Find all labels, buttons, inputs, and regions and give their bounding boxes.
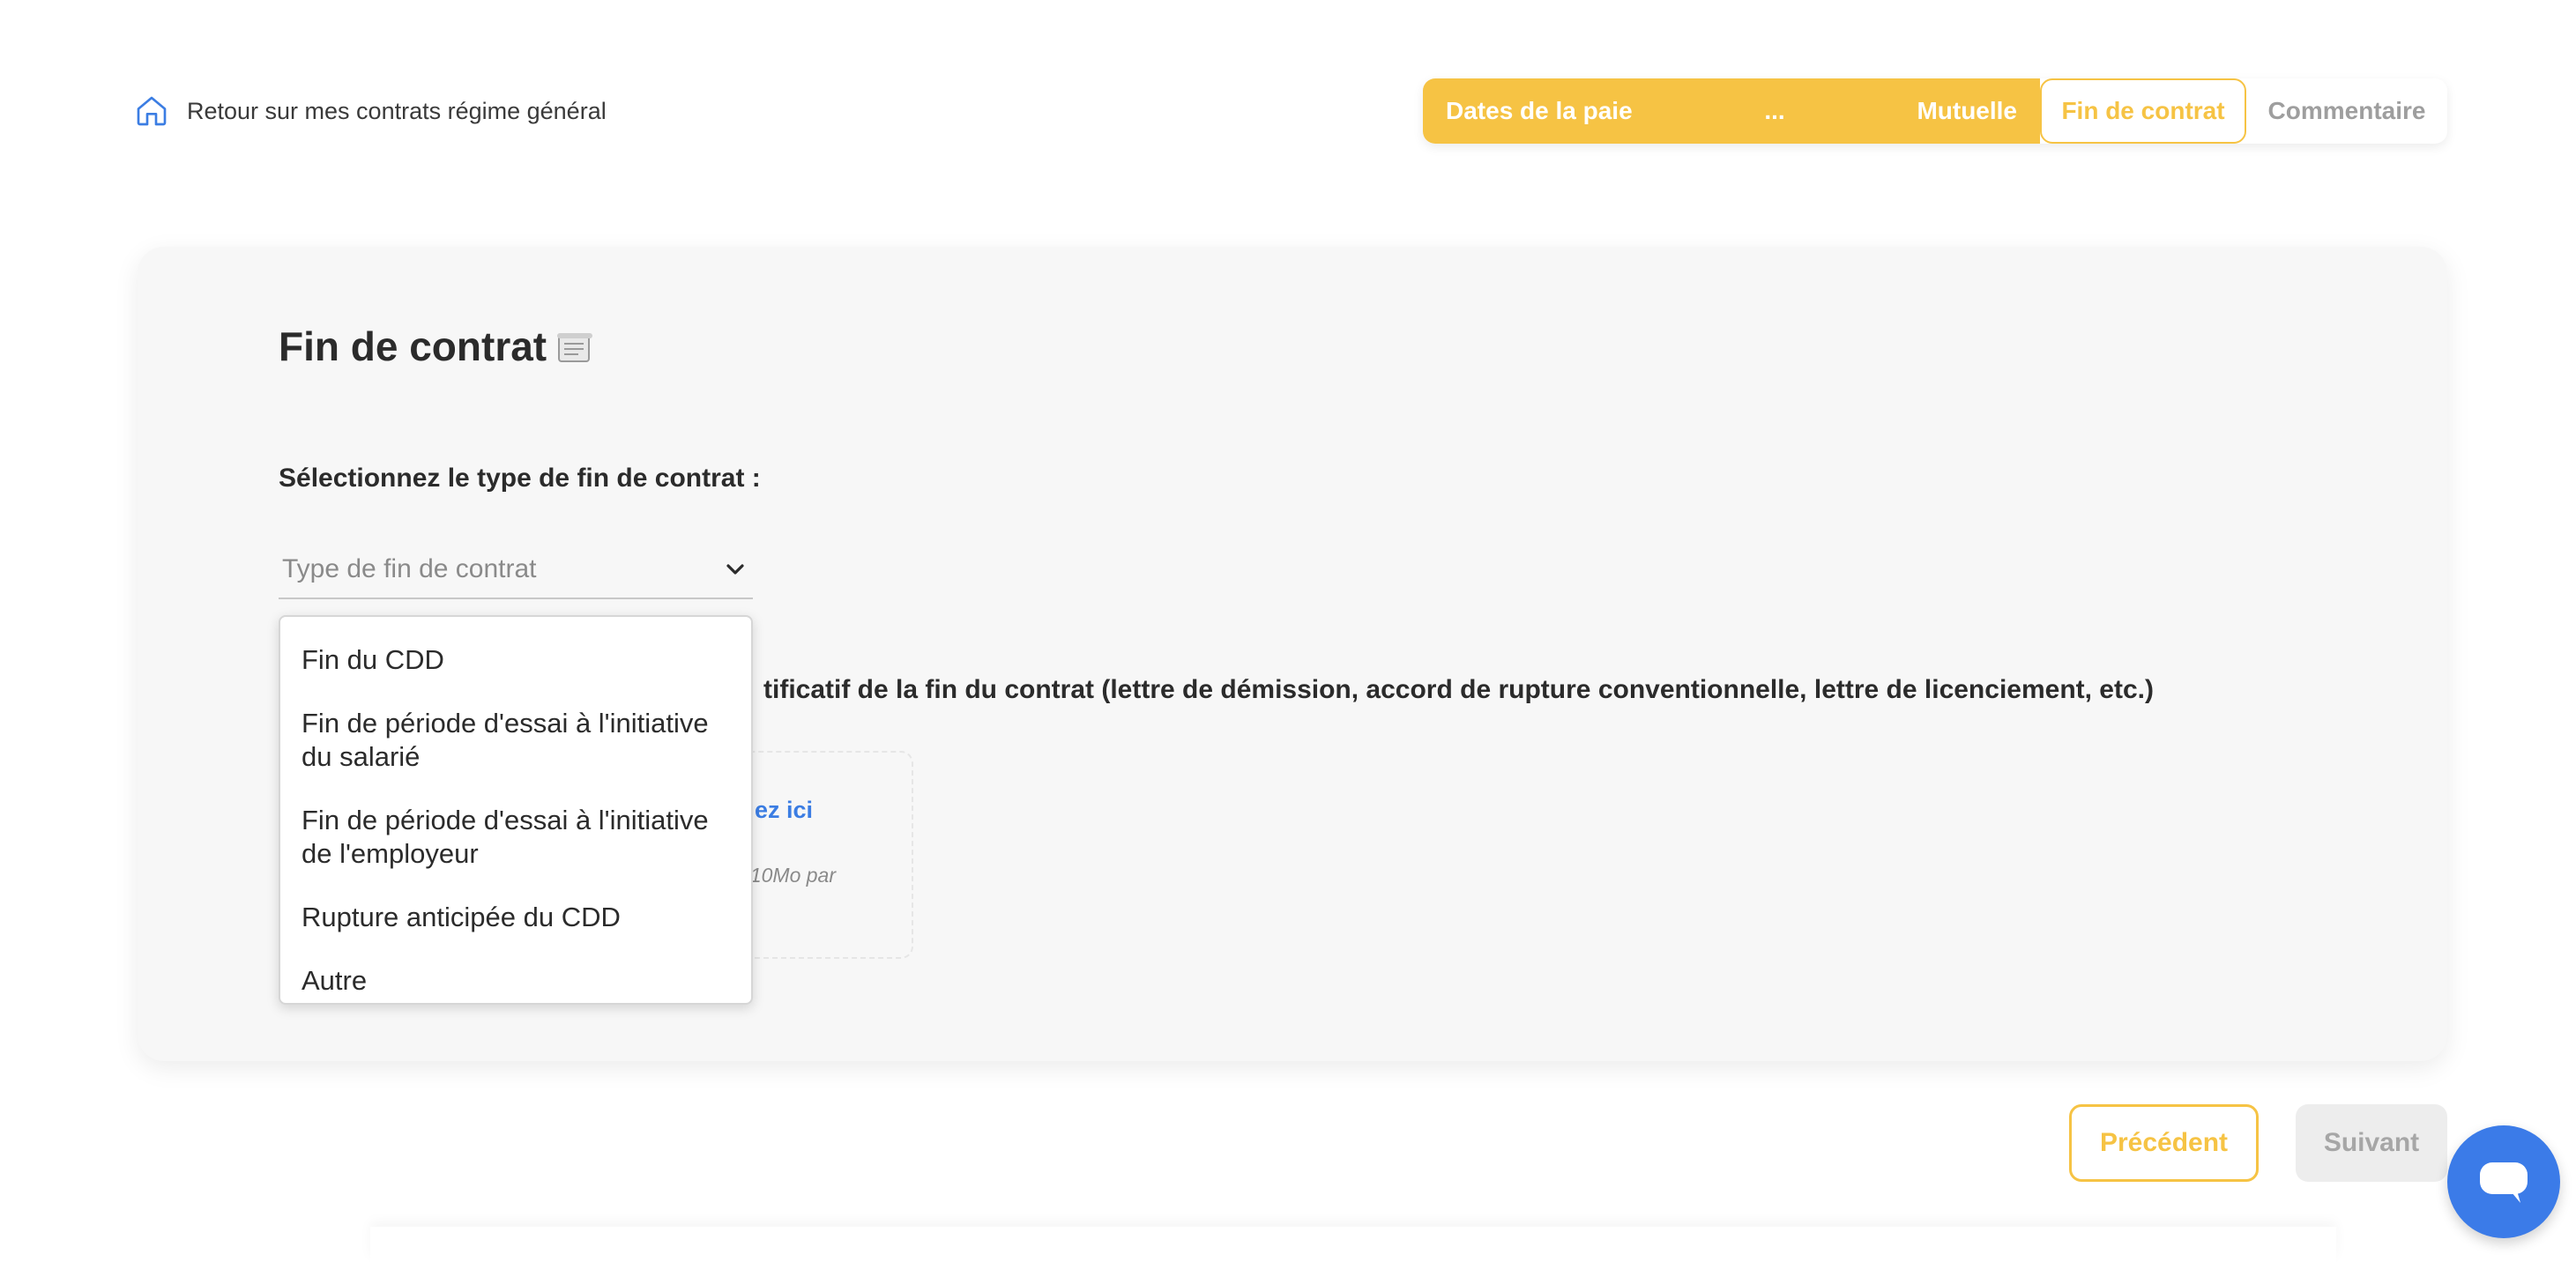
- select-placeholder: Type de fin de contrat: [282, 554, 537, 583]
- dropzone-size-hint: 10Mo par: [749, 864, 836, 887]
- next-button[interactable]: Suivant: [2296, 1104, 2447, 1182]
- option-autre[interactable]: Autre: [280, 957, 751, 1005]
- previous-button[interactable]: Précédent: [2069, 1104, 2259, 1182]
- back-link[interactable]: Retour sur mes contrats régime général: [134, 92, 607, 130]
- completed-steps: Dates de la paie ... Mutuelle: [1423, 78, 2040, 144]
- option-rupture-anticipee-cdd[interactable]: Rupture anticipée du CDD: [280, 894, 751, 941]
- progress-stepper: Dates de la paie ... Mutuelle Fin de con…: [1423, 78, 2447, 144]
- scroll-icon: [555, 329, 594, 364]
- dropzone-upload-link[interactable]: ez ici: [755, 797, 813, 824]
- step-mutuelle[interactable]: Mutuelle: [1917, 97, 2017, 125]
- justification-label-text: tificatif de la fin du contrat (lettre d…: [763, 675, 2154, 704]
- option-fin-periode-essai-employeur[interactable]: Fin de période d'essai à l'initiative de…: [280, 797, 751, 878]
- chevron-down-icon: [726, 564, 744, 575]
- step-commentaire[interactable]: Commentaire: [2246, 78, 2447, 144]
- chat-button[interactable]: [2447, 1125, 2560, 1238]
- step-dates-de-la-paie[interactable]: Dates de la paie: [1446, 97, 1633, 125]
- chat-bubble-icon: [2480, 1162, 2528, 1203]
- back-link-label: Retour sur mes contrats régime général: [187, 97, 607, 124]
- home-icon: [137, 96, 167, 126]
- page-title-text: Fin de contrat: [279, 323, 547, 369]
- select-label: Sélectionnez le type de fin de contrat :: [279, 464, 761, 493]
- page-title: Fin de contrat: [279, 323, 594, 370]
- option-fin-du-cdd[interactable]: Fin du CDD: [280, 636, 751, 684]
- contract-end-type-dropdown: Fin du CDD Fin de période d'essai à l'in…: [279, 615, 753, 1005]
- step-ellipsis[interactable]: ...: [1764, 97, 1784, 125]
- step-fin-de-contrat[interactable]: Fin de contrat: [2040, 78, 2246, 144]
- contract-end-type-select[interactable]: Type de fin de contrat: [279, 541, 753, 599]
- bottom-panel-edge: [370, 1227, 2336, 1262]
- option-fin-periode-essai-salarie[interactable]: Fin de période d'essai à l'initiative du…: [280, 700, 751, 781]
